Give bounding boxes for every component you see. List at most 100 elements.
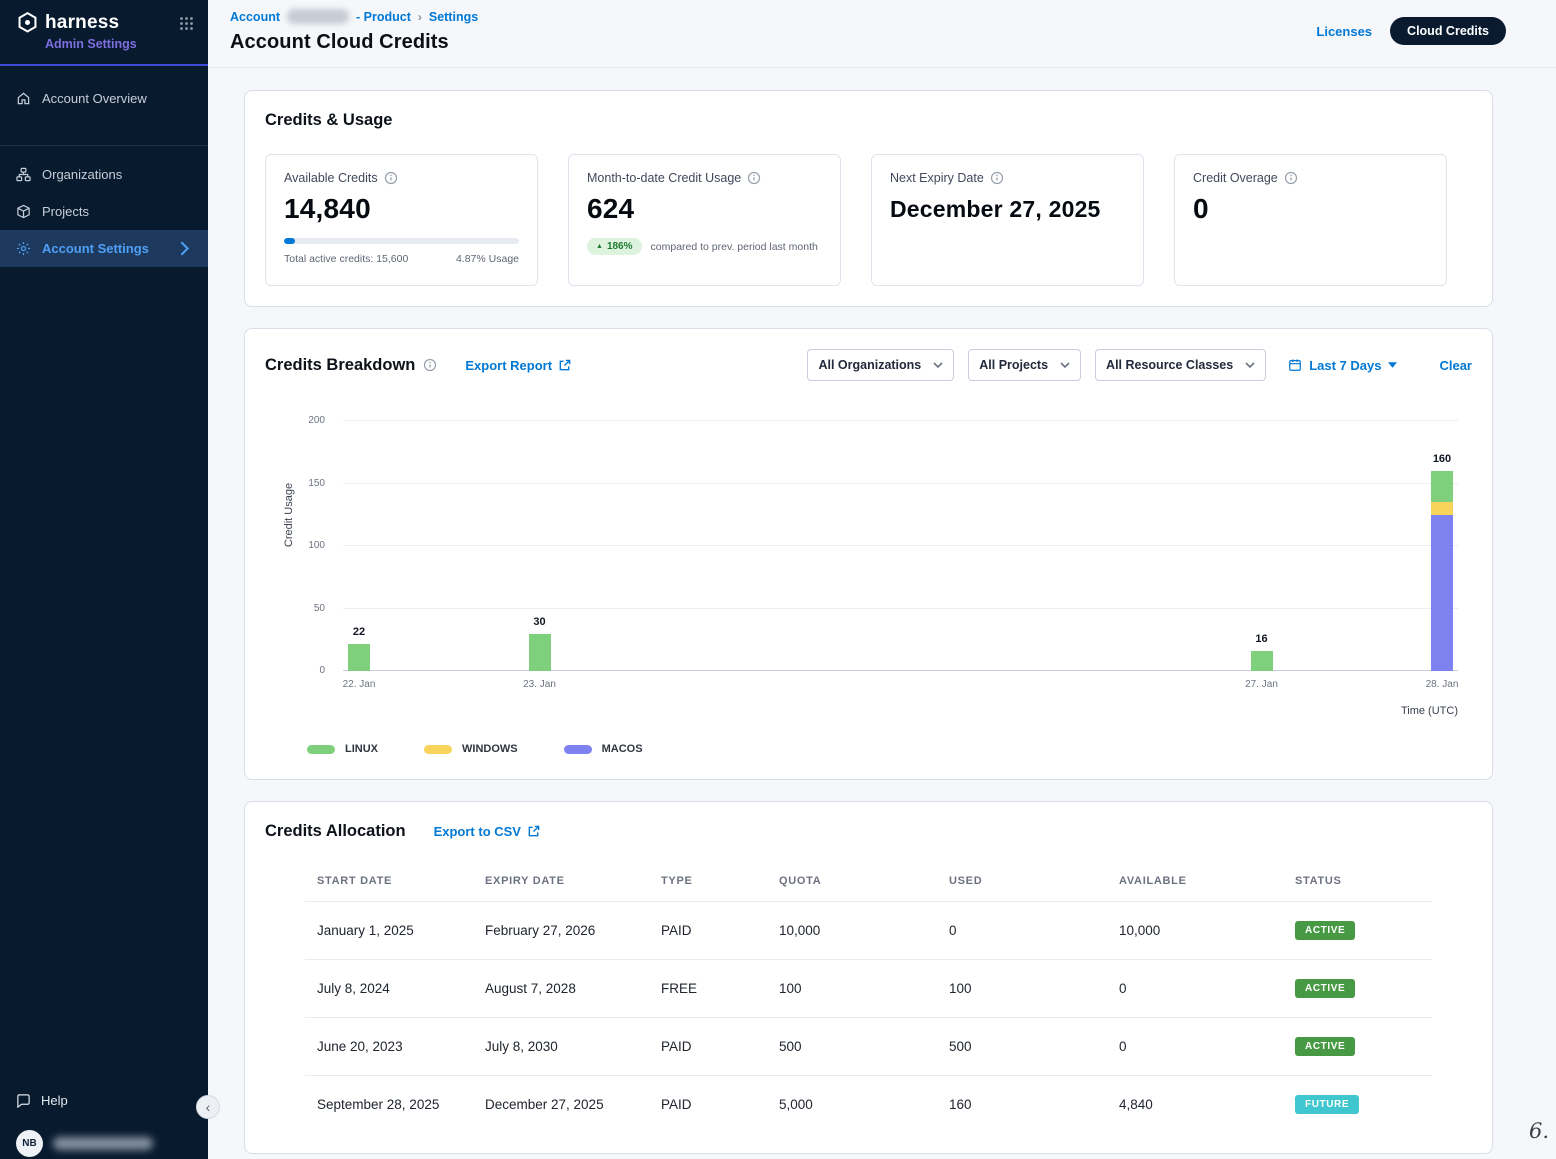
cell-type: PAID (649, 1018, 767, 1076)
status-badge: FUTURE (1295, 1095, 1359, 1114)
gridline (343, 670, 1458, 671)
credits-progress-fill (284, 238, 295, 244)
cloud-credits-button[interactable]: Cloud Credits (1390, 17, 1506, 45)
redacted-username (53, 1137, 153, 1150)
table-row[interactable]: January 1, 2025 February 27, 2026 PAID 1… (305, 902, 1432, 960)
chart-bar-segment[interactable] (348, 644, 370, 672)
status-badge: ACTIVE (1295, 921, 1355, 940)
breadcrumb-account-link[interactable]: Account (230, 10, 280, 24)
gear-icon (16, 241, 31, 256)
legend-item-linux[interactable]: LINUX (307, 743, 378, 755)
column-header: START DATE (305, 867, 473, 902)
info-icon[interactable] (384, 171, 398, 185)
stat-card-credit-overage: Credit Overage 0 (1174, 154, 1447, 286)
user-profile[interactable]: NB (16, 1118, 192, 1157)
org-chart-icon (16, 167, 31, 182)
clear-filters-link[interactable]: Clear (1439, 358, 1472, 373)
chart-bar-segment[interactable] (1431, 502, 1453, 515)
chart-bar-segment[interactable] (1431, 515, 1453, 671)
cell-available: 4,840 (1107, 1076, 1283, 1134)
chevron-right-icon (177, 241, 192, 256)
page-title: Account Cloud Credits (230, 31, 1506, 54)
cell-start-date: January 1, 2025 (305, 902, 473, 960)
sidebar-item-projects[interactable]: Projects (0, 193, 208, 230)
cell-quota: 10,000 (767, 902, 937, 960)
legend-label: MACOS (602, 743, 643, 755)
brand-name: harness (45, 11, 119, 34)
harness-logo-icon (16, 11, 39, 34)
export-csv-link[interactable]: Export to CSV (434, 824, 540, 839)
credits-breakdown-title: Credits Breakdown (265, 356, 415, 375)
info-icon[interactable] (990, 171, 1004, 185)
breadcrumb: Account - Product › Settings (230, 9, 1506, 24)
gridline (343, 545, 1458, 546)
table-row[interactable]: July 8, 2024 August 7, 2028 FREE 100 100… (305, 960, 1432, 1018)
breadcrumb-product-link[interactable]: - Product (356, 10, 411, 24)
bar-total-label: 16 (1232, 633, 1292, 645)
column-header: EXPIRY DATE (473, 867, 649, 902)
table-row[interactable]: September 28, 2025 December 27, 2025 PAI… (305, 1076, 1432, 1134)
page-content: Credits & Usage Available Credits 14,840… (208, 68, 1556, 1159)
chart-plot: 223016160 (343, 421, 1458, 671)
column-header: AVAILABLE (1107, 867, 1283, 902)
external-link-icon (558, 359, 571, 372)
column-header: USED (937, 867, 1107, 902)
cell-quota: 100 (767, 960, 937, 1018)
info-icon[interactable] (747, 171, 761, 185)
legend-item-macos[interactable]: MACOS (564, 743, 643, 755)
sidebar-collapse-button[interactable]: ‹ (196, 1095, 220, 1119)
chart-legend: LINUX WINDOWS MACOS (307, 743, 1472, 755)
cell-expiry-date: August 7, 2028 (473, 960, 649, 1018)
chart-yaxis: 050100150200 (265, 421, 335, 671)
stat-label: Next Expiry Date (890, 171, 984, 185)
available-credits-value: 14,840 (284, 193, 519, 225)
total-active-credits: Total active credits: 15,600 (284, 253, 408, 265)
sidebar-item-label: Organizations (42, 167, 122, 182)
caret-down-icon (1388, 362, 1397, 368)
avatar[interactable]: NB (16, 1130, 43, 1157)
chart-bar-segment[interactable] (1251, 651, 1273, 671)
resource-classes-filter-value: All Resource Classes (1106, 358, 1233, 372)
resource-classes-filter[interactable]: All Resource Classes (1095, 349, 1266, 381)
export-report-link[interactable]: Export Report (465, 358, 571, 373)
cube-icon (16, 204, 31, 219)
sidebar-item-label: Account Settings (42, 241, 149, 256)
info-icon[interactable] (1284, 171, 1298, 185)
projects-filter[interactable]: All Projects (968, 349, 1081, 381)
legend-label: LINUX (345, 743, 378, 755)
credits-allocation-title: Credits Allocation (265, 822, 406, 841)
x-tick-label: 27. Jan (1222, 679, 1302, 690)
date-range-filter[interactable]: Last 7 Days (1288, 358, 1397, 373)
chart-bar-segment[interactable] (1431, 471, 1453, 502)
chart-x-axis-title: Time (UTC) (1401, 705, 1458, 717)
y-tick-label: 150 (308, 478, 325, 489)
chart-bar-segment[interactable] (529, 634, 551, 672)
status-badge: ACTIVE (1295, 979, 1355, 998)
main-area: Account - Product › Settings Account Clo… (208, 0, 1556, 1159)
admin-settings-label: Admin Settings (45, 37, 194, 51)
table-row[interactable]: June 20, 2023 July 8, 2030 PAID 500 500 … (305, 1018, 1432, 1076)
licenses-link[interactable]: Licenses (1316, 24, 1372, 39)
organizations-filter[interactable]: All Organizations (807, 349, 954, 381)
sidebar-item-account-overview[interactable]: Account Overview (0, 80, 208, 117)
breadcrumb-settings-link[interactable]: Settings (429, 10, 478, 24)
sidebar-item-organizations[interactable]: Organizations (0, 156, 208, 193)
x-tick-label: 22. Jan (319, 679, 399, 690)
sidebar-item-account-settings[interactable]: Account Settings (0, 230, 208, 267)
help-button[interactable]: Help (16, 1083, 192, 1118)
column-header: TYPE (649, 867, 767, 902)
credits-progress-bar (284, 238, 519, 244)
info-icon[interactable] (423, 358, 437, 372)
cell-quota: 5,000 (767, 1076, 937, 1134)
usage-percent: 4.87% Usage (456, 253, 519, 265)
stat-card-available-credits: Available Credits 14,840 Total active cr… (265, 154, 538, 286)
cell-expiry-date: February 27, 2026 (473, 902, 649, 960)
credits-usage-title: Credits & Usage (265, 111, 1472, 130)
organizations-filter-value: All Organizations (818, 358, 921, 372)
allocation-table: START DATE EXPIRY DATE TYPE QUOTA USED A… (305, 867, 1432, 1133)
sidebar-item-label: Account Overview (42, 91, 147, 106)
module-grid-icon[interactable] (179, 16, 194, 36)
sidebar-footer: Help NB (0, 1083, 208, 1159)
legend-item-windows[interactable]: WINDOWS (424, 743, 518, 755)
windows-swatch (424, 745, 452, 754)
